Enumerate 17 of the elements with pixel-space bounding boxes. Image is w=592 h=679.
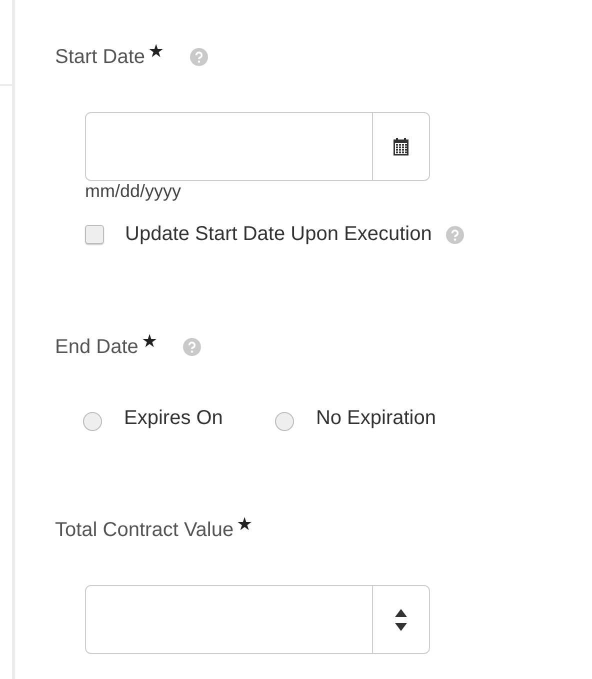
- radio-button[interactable]: [83, 412, 102, 431]
- spinner-arrows-icon: [395, 608, 407, 632]
- field-label: Start Date: [55, 46, 146, 69]
- checkbox[interactable]: [85, 225, 104, 244]
- required-mark: ★: [236, 513, 253, 535]
- field-label: Total Contract Value: [55, 519, 234, 542]
- radio-button[interactable]: [274, 412, 294, 431]
- checkbox-label: Update Start Date Upon Execution: [125, 223, 432, 246]
- calendar-icon: [393, 138, 409, 156]
- number-field[interactable]: [85, 585, 430, 654]
- required-mark: ★: [148, 40, 164, 62]
- radio-label: Expires On: [124, 407, 223, 430]
- radio-label: No Expiration: [316, 407, 436, 430]
- date-field[interactable]: [85, 112, 430, 181]
- required-mark: ★: [141, 330, 158, 352]
- field-label: End Date: [55, 336, 138, 359]
- format-hint: mm/dd/yyyy: [85, 181, 182, 201]
